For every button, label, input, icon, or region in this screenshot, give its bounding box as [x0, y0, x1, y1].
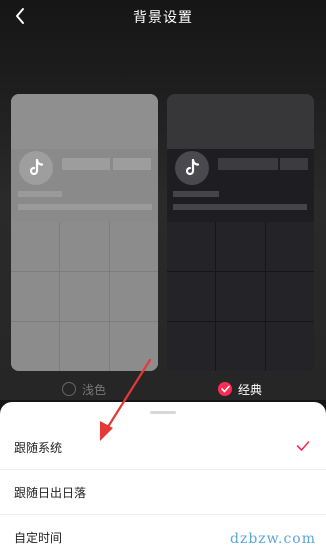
grid-cell	[60, 222, 109, 271]
grid-cell	[60, 322, 109, 371]
drag-handle[interactable]	[150, 411, 176, 414]
theme-preview-light[interactable]	[11, 94, 158, 371]
bottom-sheet: 跟随系统 跟随日出日落 自定时间 dzbzw.com	[0, 402, 326, 553]
placeholder-line	[173, 191, 219, 197]
checkmark-icon	[296, 441, 310, 451]
top-bar: 背景设置	[0, 0, 326, 34]
option-label: 自定时间	[14, 530, 63, 545]
watermark: dzbzw.com	[230, 531, 316, 547]
grid-cell	[216, 322, 265, 371]
grid-cell	[109, 222, 158, 271]
tiktok-logo-icon	[29, 159, 44, 176]
option-follow-sunrise-sunset[interactable]: 跟随日出日落	[0, 471, 326, 515]
grid-cell	[265, 272, 314, 321]
page-title: 背景设置	[133, 10, 193, 26]
grid-cell	[11, 272, 60, 321]
theme-option-label: 浅色	[82, 382, 107, 397]
theme-option-label: 经典	[238, 382, 263, 397]
checkmark-icon	[220, 385, 230, 393]
placeholder-bar	[62, 158, 110, 170]
avatar	[19, 151, 53, 185]
placeholder-line	[173, 204, 307, 210]
grid-cell	[109, 272, 158, 321]
preview-video-grid	[167, 222, 314, 371]
grid-cell	[265, 322, 314, 371]
grid-cell	[109, 322, 158, 371]
placeholder-bar	[113, 158, 151, 170]
placeholder-line	[18, 204, 152, 210]
radio-checked-icon[interactable]	[218, 382, 232, 396]
option-label: 跟随日出日落	[14, 486, 87, 500]
grid-cell	[60, 272, 109, 321]
theme-option-dark[interactable]: 经典	[218, 380, 262, 398]
grid-cell	[216, 272, 265, 321]
avatar	[175, 151, 209, 185]
grid-cell	[216, 222, 265, 271]
grid-cell	[11, 222, 60, 271]
grid-cell	[167, 272, 216, 321]
theme-option-light[interactable]: 浅色	[62, 380, 106, 398]
grid-cell	[167, 222, 216, 271]
option-follow-system[interactable]: 跟随系统	[0, 426, 326, 470]
preview-header	[167, 94, 314, 149]
theme-preview-dark[interactable]	[167, 94, 314, 371]
tiktok-logo-icon	[185, 159, 200, 176]
placeholder-bar	[218, 158, 278, 170]
grid-cell	[265, 222, 314, 271]
placeholder-line	[18, 191, 62, 197]
option-label: 跟随系统	[14, 441, 63, 455]
grid-cell	[167, 322, 216, 371]
radio-unchecked-icon[interactable]	[62, 382, 76, 396]
grid-cell	[11, 322, 60, 371]
preview-video-grid	[11, 222, 158, 371]
preview-header	[11, 94, 158, 149]
placeholder-bar	[280, 158, 308, 170]
